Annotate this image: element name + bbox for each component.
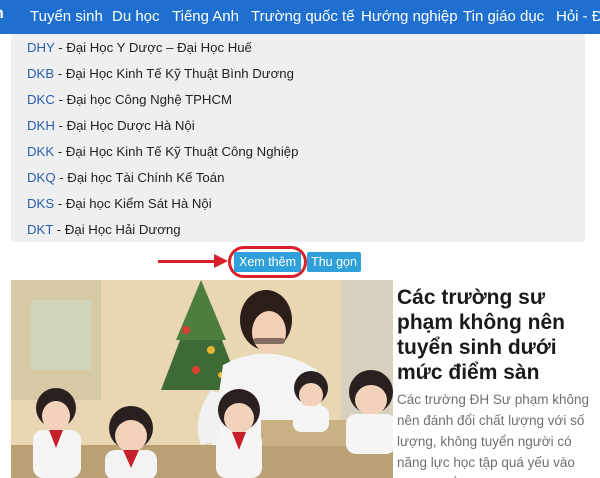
school-name: - Đại Học Kinh Tế Kỹ Thuật Bình Dương xyxy=(54,66,294,81)
school-name: - Đại Học Y Dược – Đại Học Huế xyxy=(54,40,252,55)
school-code[interactable]: DKQ xyxy=(27,170,56,185)
school-list-item[interactable]: DKS - Đại học Kiểm Sát Hà Nội xyxy=(27,196,212,216)
school-code[interactable]: DKS xyxy=(27,196,54,211)
top-navigation: n Tuyển sinh Du học Tiếng Anh Trường quố… xyxy=(0,0,600,34)
school-name: - Đại học Kiểm Sát Hà Nội xyxy=(54,196,212,211)
nav-item-truong-quoc-te[interactable]: Trường quốc tế xyxy=(251,8,355,25)
school-list-item[interactable]: DKB - Đại Học Kinh Tế Kỹ Thuật Bình Dươn… xyxy=(27,66,294,86)
school-name: - Đại học Công Nghệ TPHCM xyxy=(54,92,232,107)
school-code[interactable]: DHY xyxy=(27,40,55,55)
school-code[interactable]: DKH xyxy=(27,118,55,133)
school-name: - Đại học Tài Chính Kế Toán xyxy=(55,170,225,185)
article-title[interactable]: Các trường sư phạm không nên tuyển sinh … xyxy=(397,285,593,385)
school-code[interactable]: DKK xyxy=(27,144,54,159)
school-list-item[interactable]: DKT - Đại Học Hải Dương xyxy=(27,222,181,242)
nav-item-tuyen-sinh[interactable]: Tuyển sinh xyxy=(30,8,103,25)
show-more-button[interactable]: Xem thêm xyxy=(234,252,301,272)
classroom-photo xyxy=(11,280,393,478)
nav-item-tin-giao-duc[interactable]: Tin giáo dục xyxy=(463,8,544,25)
school-name: - Đại Học Kinh Tế Kỹ Thuật Công Nghiệp xyxy=(54,144,299,159)
school-list-item[interactable]: DKH - Đại Học Dược Hà Nội xyxy=(27,118,195,138)
annotation-arrow-line xyxy=(158,260,218,263)
nav-item-hoi-dap[interactable]: Hỏi - Đá xyxy=(556,8,600,25)
school-code[interactable]: DKB xyxy=(27,66,54,81)
arrow-right-icon xyxy=(214,254,228,268)
school-list-item[interactable]: DKK - Đại Học Kinh Tế Kỹ Thuật Công Nghi… xyxy=(27,144,298,164)
article-thumbnail[interactable] xyxy=(11,280,393,478)
school-name: - Đại Học Hải Dương xyxy=(53,222,181,237)
nav-item-tieng-anh[interactable]: Tiếng Anh xyxy=(172,8,239,25)
school-list-item[interactable]: DHY - Đại Học Y Dược – Đại Học Huế xyxy=(27,40,252,60)
nav-item-du-hoc[interactable]: Du học xyxy=(112,8,160,25)
school-list-panel: DHY - Đại Học Y Dược – Đại Học Huế DKB -… xyxy=(11,34,585,242)
collapse-button[interactable]: Thu gọn xyxy=(307,252,361,272)
school-name: - Đại Học Dược Hà Nội xyxy=(54,118,195,133)
nav-item-huong-nghiep[interactable]: Hướng nghiệp xyxy=(361,8,458,25)
school-list-item[interactable]: DKC - Đại học Công Nghệ TPHCM xyxy=(27,92,232,112)
article-summary: Các trường ĐH Sư phạm không nên đánh đổi… xyxy=(397,392,590,478)
site-logo[interactable]: n xyxy=(0,5,8,27)
school-list-item[interactable]: DKQ - Đại học Tài Chính Kế Toán xyxy=(27,170,224,190)
school-code[interactable]: DKC xyxy=(27,92,55,107)
school-code[interactable]: DKT xyxy=(27,222,53,237)
